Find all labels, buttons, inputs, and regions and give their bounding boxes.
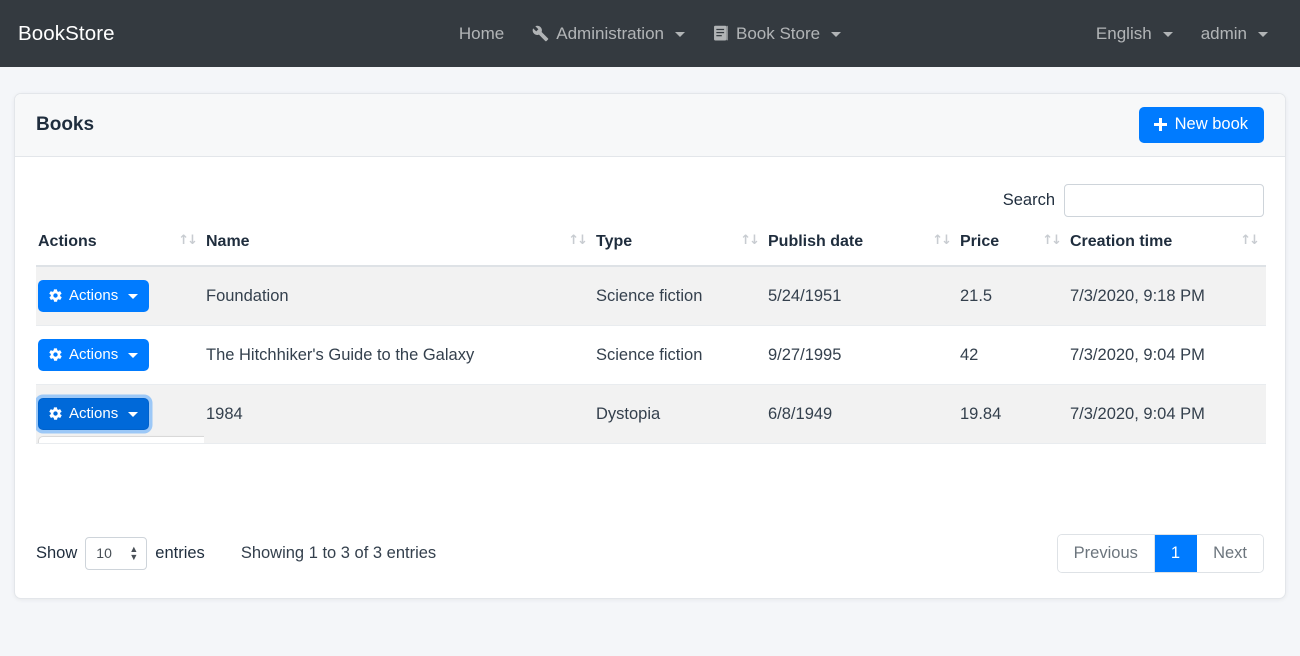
column-header-creation-time-label: Creation time — [1070, 233, 1172, 250]
pagination: Previous 1 Next — [1057, 534, 1264, 573]
new-book-button-label: New book — [1175, 116, 1248, 133]
chevron-down-icon — [831, 32, 841, 37]
gear-icon — [48, 406, 63, 421]
column-header-price[interactable]: Price ↑↓ — [958, 227, 1068, 266]
nav-item-home[interactable]: Home — [445, 18, 518, 50]
cell-name: 1984 — [204, 385, 594, 444]
plus-icon — [1153, 117, 1168, 132]
navbar-right-links: English admin — [1082, 18, 1282, 50]
page-title: Books — [36, 114, 94, 136]
nav-item-book-store[interactable]: Book Store — [699, 18, 855, 50]
language-selector[interactable]: English — [1082, 18, 1187, 50]
user-menu[interactable]: admin — [1187, 18, 1282, 50]
actions-button-label: Actions — [69, 347, 118, 362]
cell-price: 19.84 — [958, 385, 1068, 444]
column-header-type[interactable]: Type ↑↓ — [594, 227, 766, 266]
cell-type: Science fiction — [594, 266, 766, 326]
table-row: Actions Foundation Science fiction 5/24/… — [36, 266, 1266, 326]
nav-item-book-store-label: Book Store — [736, 24, 820, 44]
cell-publish-date: 9/27/1995 — [766, 326, 958, 385]
sort-icon[interactable]: ↑↓ — [932, 233, 950, 248]
nav-item-administration-label: Administration — [556, 24, 664, 44]
column-header-actions[interactable]: Actions ↑↓ — [36, 227, 204, 266]
table-header-row: Actions ↑↓ Name ↑↓ Type ↑↓ Publish date … — [36, 227, 1266, 266]
cell-name: The Hitchhiker's Guide to the Galaxy — [204, 326, 594, 385]
cell-publish-date: 5/24/1951 — [766, 266, 958, 326]
chevron-down-icon — [1258, 32, 1268, 37]
column-header-actions-label: Actions — [38, 233, 97, 250]
books-table: Actions ↑↓ Name ↑↓ Type ↑↓ Publish date … — [36, 227, 1266, 444]
nav-item-administration[interactable]: Administration — [518, 18, 699, 50]
pagination-page-1[interactable]: 1 — [1155, 535, 1197, 572]
pagination-previous[interactable]: Previous — [1058, 535, 1155, 572]
table-footer: Show 10 25 50 100 ▲▼ entries Showing 1 t… — [36, 530, 1264, 576]
column-header-price-label: Price — [960, 233, 999, 250]
books-card-body: Search Actions ↑↓ Name ↑↓ — [15, 157, 1285, 598]
table-info: Showing 1 to 3 of 3 entries — [241, 544, 436, 563]
actions-button[interactable]: Actions — [38, 280, 149, 312]
books-card: Books New book Search Actions ↑↓ — [14, 93, 1286, 599]
actions-dropdown-menu: Edit — [38, 436, 204, 444]
page-length-select-wrap: 10 25 50 100 ▲▼ — [85, 537, 147, 570]
column-header-publish-date-label: Publish date — [768, 233, 863, 250]
pagination-next[interactable]: Next — [1197, 535, 1263, 572]
table-row: Actions The Hitchhiker's Guide to the Ga… — [36, 326, 1266, 385]
column-header-publish-date[interactable]: Publish date ↑↓ — [766, 227, 958, 266]
cell-actions: Actions — [36, 266, 204, 326]
table-row: Actions Edit 1984 Dystopia 6/8/1949 19.8… — [36, 385, 1266, 444]
column-header-name-label: Name — [206, 233, 250, 250]
column-header-creation-time[interactable]: Creation time ↑↓ — [1068, 227, 1266, 266]
cell-type: Science fiction — [594, 326, 766, 385]
actions-dropdown-open: Actions Edit — [38, 398, 149, 430]
wrench-icon — [532, 25, 549, 42]
search-label: Search — [1003, 191, 1055, 210]
actions-button-label: Actions — [69, 406, 118, 421]
cell-creation-time: 7/3/2020, 9:04 PM — [1068, 385, 1266, 444]
show-label: Show — [36, 544, 77, 563]
books-card-header: Books New book — [15, 94, 1285, 157]
actions-dropdown: Actions — [38, 339, 149, 371]
cell-actions: Actions Edit — [36, 385, 204, 444]
top-navbar: BookStore Home Administration — [0, 0, 1300, 67]
cell-creation-time: 7/3/2020, 9:18 PM — [1068, 266, 1266, 326]
actions-button[interactable]: Actions — [38, 339, 149, 371]
sort-icon[interactable]: ↑↓ — [568, 233, 586, 248]
cell-type: Dystopia — [594, 385, 766, 444]
new-book-button[interactable]: New book — [1139, 107, 1264, 143]
cell-actions: Actions — [36, 326, 204, 385]
gear-icon — [48, 347, 63, 362]
books-table-head: Actions ↑↓ Name ↑↓ Type ↑↓ Publish date … — [36, 227, 1266, 266]
book-icon — [713, 25, 729, 42]
sort-icon[interactable]: ↑↓ — [1042, 233, 1060, 248]
chevron-down-icon — [675, 32, 685, 37]
books-table-body: Actions Foundation Science fiction 5/24/… — [36, 266, 1266, 444]
chevron-down-icon — [128, 412, 138, 417]
cell-publish-date: 6/8/1949 — [766, 385, 958, 444]
chevron-down-icon — [128, 353, 138, 358]
user-menu-label: admin — [1201, 24, 1247, 44]
cell-name: Foundation — [204, 266, 594, 326]
cell-creation-time: 7/3/2020, 9:04 PM — [1068, 326, 1266, 385]
actions-button[interactable]: Actions — [38, 398, 149, 430]
actions-dropdown: Actions — [38, 280, 149, 312]
brand-logo[interactable]: BookStore — [18, 22, 115, 46]
gear-icon — [48, 288, 63, 303]
search-row: Search — [36, 173, 1264, 227]
language-selector-label: English — [1096, 24, 1152, 44]
column-header-type-label: Type — [596, 233, 632, 250]
chevron-down-icon — [1163, 32, 1173, 37]
search-input[interactable] — [1064, 184, 1264, 217]
page-length-group: Show 10 25 50 100 ▲▼ entries — [36, 537, 205, 570]
column-header-name[interactable]: Name ↑↓ — [204, 227, 594, 266]
sort-icon[interactable]: ↑↓ — [1240, 233, 1258, 248]
entries-label: entries — [155, 544, 205, 563]
sort-icon[interactable]: ↑↓ — [178, 233, 196, 248]
cell-price: 42 — [958, 326, 1068, 385]
chevron-down-icon — [128, 294, 138, 299]
page-length-select[interactable]: 10 25 50 100 — [85, 537, 147, 570]
nav-item-home-label: Home — [459, 24, 504, 44]
sort-icon[interactable]: ↑↓ — [740, 233, 758, 248]
actions-button-label: Actions — [69, 288, 118, 303]
cell-price: 21.5 — [958, 266, 1068, 326]
